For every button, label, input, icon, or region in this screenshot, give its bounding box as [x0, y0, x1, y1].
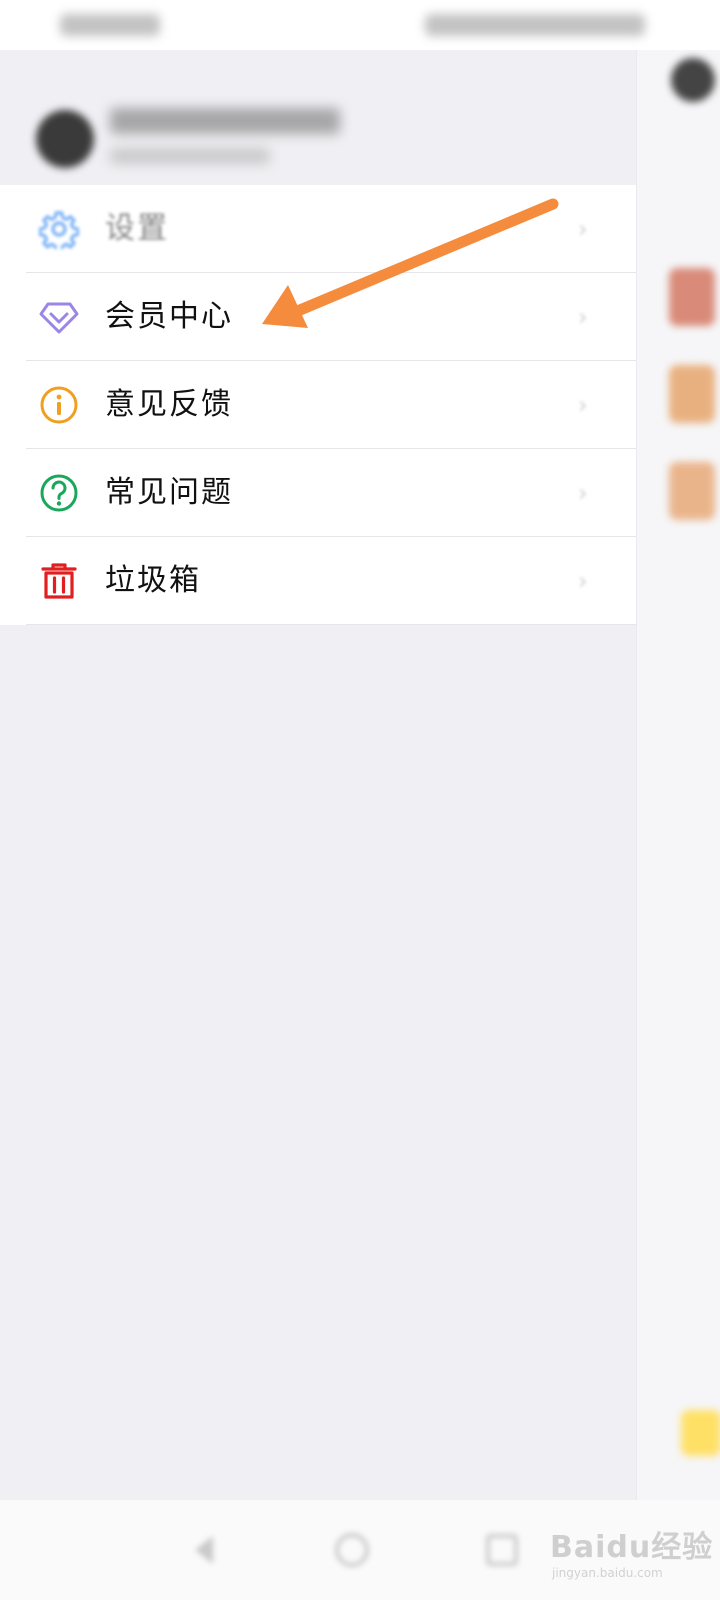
- annotation-arrow-shaft: [294, 198, 559, 316]
- annotation-arrow: [262, 198, 559, 328]
